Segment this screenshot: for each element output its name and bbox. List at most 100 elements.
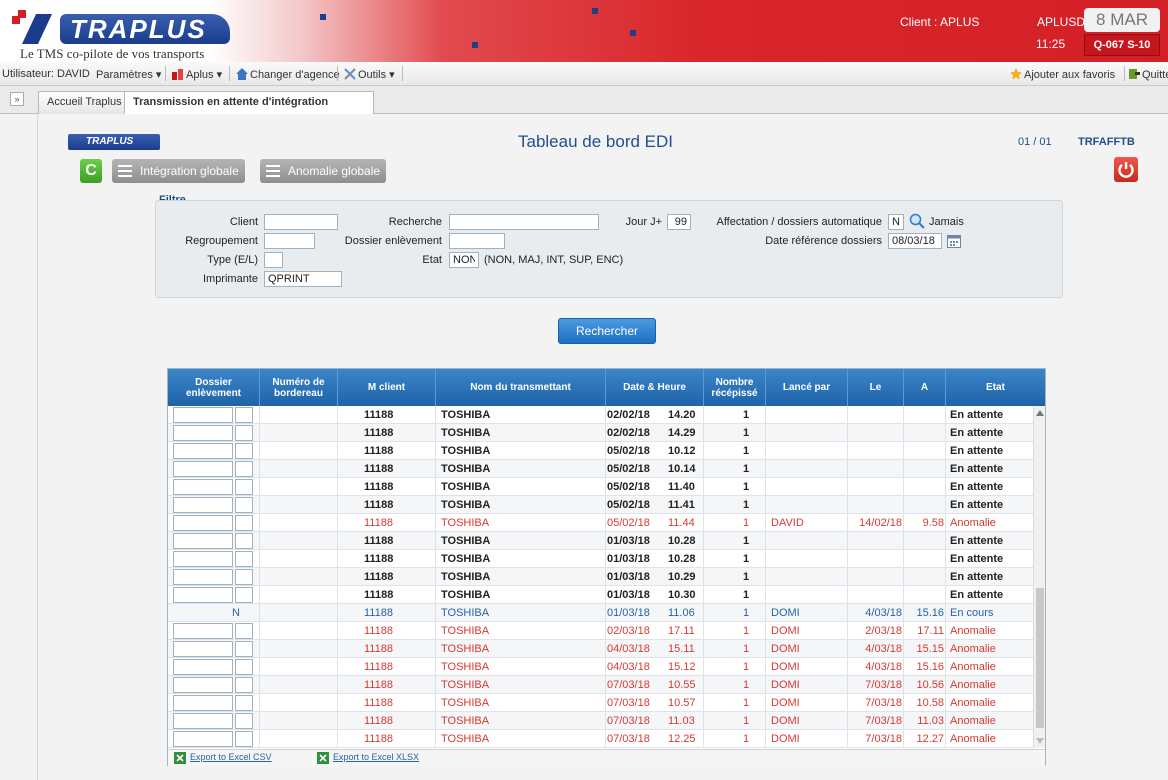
col-nombre-recepisse[interactable]: Nombre récépissé <box>704 369 766 406</box>
dossier-input[interactable] <box>173 587 233 603</box>
table-row[interactable]: 11188 TOSHIBA 05/02/18 11.40 1 En attente <box>168 478 1033 496</box>
tools-icon <box>344 68 356 80</box>
anomalie-globale-button[interactable]: Anomalie globale <box>260 159 387 183</box>
dossier-flag-input[interactable] <box>235 443 253 459</box>
col-a[interactable]: A <box>904 369 946 406</box>
table-row[interactable]: N 11188 TOSHIBA 01/03/18 11.06 1 DOMI 4/03/18 15… <box>168 604 1033 622</box>
table-row[interactable]: 11188 TOSHIBA 05/02/18 10.14 1 En attente <box>168 460 1033 478</box>
dossier-flag-input[interactable] <box>235 695 253 711</box>
col-dossier-enlevement[interactable]: Dossier enlèvement <box>168 369 260 406</box>
dossier-flag-input[interactable] <box>235 407 253 423</box>
col-m-client[interactable]: M client <box>338 369 436 406</box>
search-button[interactable]: Rechercher <box>558 318 656 344</box>
dossier-flag-input[interactable] <box>235 461 253 477</box>
scrollbar-thumb[interactable] <box>1036 588 1044 728</box>
tab-strip: » Accueil Traplus Transmission en attent… <box>0 86 1168 115</box>
dossier-input[interactable] <box>173 713 233 729</box>
table-row[interactable]: 11188 TOSHIBA 01/03/18 10.28 1 En attente <box>168 532 1033 550</box>
dossier-input[interactable] <box>173 533 233 549</box>
dossier-flag-input[interactable] <box>235 623 253 639</box>
client-input[interactable] <box>264 214 338 230</box>
regroupement-input[interactable] <box>264 233 315 249</box>
dossier-input[interactable] <box>173 551 233 567</box>
dossier-input[interactable] <box>173 443 233 459</box>
dossier-flag-input[interactable] <box>235 569 253 585</box>
table-row[interactable]: 11188 TOSHIBA 07/03/18 12.25 1 DOMI 7/03/18 12.… <box>168 730 1033 748</box>
scroll-down-icon[interactable] <box>1036 738 1044 744</box>
table-row[interactable]: 11188 TOSHIBA 07/03/18 11.03 1 DOMI 7/03/18 11.… <box>168 712 1033 730</box>
add-favorites-link[interactable]: Ajouter aux favoris <box>1010 68 1115 81</box>
table-row[interactable]: 11188 TOSHIBA 04/03/18 15.11 1 DOMI 4/03/18 15.… <box>168 640 1033 658</box>
dossier-flag-input[interactable] <box>235 497 253 513</box>
type-input[interactable] <box>264 252 283 268</box>
refresh-button[interactable]: C <box>80 159 102 183</box>
menu-outils[interactable]: Outils ▾ <box>344 68 395 81</box>
dossier-enlevement-input[interactable] <box>449 233 505 249</box>
dossier-flag-input[interactable] <box>235 677 253 693</box>
brand-logo[interactable]: TRAPLUS <box>60 14 230 44</box>
dossier-flag-input[interactable] <box>235 641 253 657</box>
table-row[interactable]: 11188 TOSHIBA 05/02/18 11.44 1 DAVID 14/02/18 9… <box>168 514 1033 532</box>
col-nom-transmettant[interactable]: Nom du transmettant <box>436 369 606 406</box>
dossier-flag-input[interactable] <box>235 587 253 603</box>
table-row[interactable]: 11188 TOSHIBA 01/03/18 10.30 1 En attente <box>168 586 1033 604</box>
quit-link[interactable]: Quitte <box>1128 68 1168 81</box>
menu-changer-agence[interactable]: Changer d'agence <box>236 68 340 81</box>
search-icon[interactable] <box>909 213 925 229</box>
dossier-input[interactable] <box>173 695 233 711</box>
dossier-input[interactable] <box>173 677 233 693</box>
dossier-flag-input[interactable] <box>235 425 253 441</box>
imprimante-input[interactable] <box>264 271 342 287</box>
col-le[interactable]: Le <box>848 369 904 406</box>
calendar-icon[interactable] <box>947 234 961 248</box>
tab-accueil[interactable]: Accueil Traplus <box>38 91 131 114</box>
dossier-input[interactable] <box>173 461 233 477</box>
menu-aplus[interactable]: Aplus ▾ <box>172 68 222 81</box>
dossier-flag-input[interactable] <box>235 551 253 567</box>
affectation-input[interactable] <box>888 214 904 230</box>
exit-button[interactable] <box>1114 157 1138 182</box>
col-numero-bordereau[interactable]: Numéro de bordereau <box>260 369 338 406</box>
table-row[interactable]: 11188 TOSHIBA 01/03/18 10.28 1 En attente <box>168 550 1033 568</box>
export-xlsx-link[interactable]: Export to Excel XLSX <box>333 752 419 762</box>
dossier-flag-input[interactable] <box>235 479 253 495</box>
dossier-flag-input[interactable] <box>235 659 253 675</box>
jour-input[interactable] <box>667 214 691 230</box>
table-row[interactable]: 11188 TOSHIBA 02/03/18 17.11 1 DOMI 2/03/18 17.… <box>168 622 1033 640</box>
table-row[interactable]: 11188 TOSHIBA 02/02/18 14.29 1 En attente <box>168 424 1033 442</box>
table-row[interactable]: 11188 TOSHIBA 07/03/18 10.57 1 DOMI 7/03/18 10.… <box>168 694 1033 712</box>
col-lance-par[interactable]: Lancé par <box>766 369 848 406</box>
dossier-flag-input[interactable] <box>235 731 253 747</box>
collapse-sidebar-button[interactable]: » <box>10 92 24 106</box>
table-row[interactable]: 11188 TOSHIBA 05/02/18 11.41 1 En attente <box>168 496 1033 514</box>
export-csv-link[interactable]: Export to Excel CSV <box>190 752 272 762</box>
recherche-input[interactable] <box>449 214 599 230</box>
dossier-flag-input[interactable] <box>235 515 253 531</box>
menu-parametres[interactable]: Paramètres ▾ <box>96 68 161 81</box>
dossier-input[interactable] <box>173 407 233 423</box>
table-scrollbar[interactable] <box>1033 406 1045 748</box>
tab-transmission[interactable]: Transmission en attente d'intégration <box>124 91 374 115</box>
table-row[interactable]: 11188 TOSHIBA 07/03/18 10.55 1 DOMI 7/03/18 10.… <box>168 676 1033 694</box>
table-row[interactable]: 11188 TOSHIBA 02/02/18 14.20 1 En attente <box>168 406 1033 424</box>
table-row[interactable]: 11188 TOSHIBA 01/03/18 10.29 1 En attente <box>168 568 1033 586</box>
dossier-input[interactable] <box>173 569 233 585</box>
dossier-input[interactable] <box>173 659 233 675</box>
dossier-input[interactable] <box>173 641 233 657</box>
table-row[interactable]: 11188 TOSHIBA 05/02/18 10.12 1 En attente <box>168 442 1033 460</box>
scroll-up-icon[interactable] <box>1036 410 1044 416</box>
col-etat[interactable]: Etat <box>946 369 1045 406</box>
dossier-flag-input[interactable] <box>235 533 253 549</box>
dossier-flag-input[interactable] <box>235 713 253 729</box>
integration-globale-button[interactable]: Intégration globale <box>112 159 245 183</box>
date-reference-input[interactable] <box>888 233 942 249</box>
table-row[interactable]: 11188 TOSHIBA 04/03/18 15.12 1 DOMI 4/03/18 15.… <box>168 658 1033 676</box>
dossier-input[interactable] <box>173 515 233 531</box>
dossier-input[interactable] <box>173 623 233 639</box>
dossier-input[interactable] <box>173 497 233 513</box>
dossier-input[interactable] <box>173 425 233 441</box>
dossier-input[interactable] <box>173 479 233 495</box>
col-date-heure[interactable]: Date & Heure <box>606 369 704 406</box>
dossier-input[interactable] <box>173 731 233 747</box>
etat-input[interactable] <box>449 252 479 268</box>
